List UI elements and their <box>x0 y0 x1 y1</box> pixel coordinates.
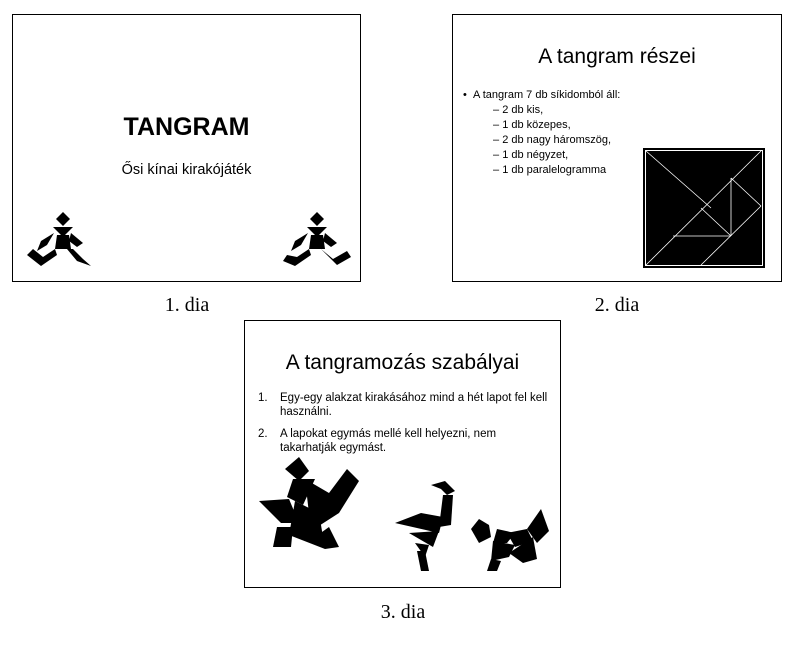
slide-1: TANGRAM Ősi kínai kirakójáték <box>12 14 361 282</box>
slide-2-title: A tangram részei <box>538 45 696 68</box>
slide-1-caption: 1. dia <box>164 294 210 316</box>
sub-item-text: 2 db kis, <box>502 104 544 116</box>
rule-text: A lapokat egymás mellé kell helyezni, ne… <box>280 428 497 454</box>
tangram-swan-figure <box>395 481 455 571</box>
sub-item-text: 1 db négyzet, <box>502 149 569 161</box>
sub-item-text: 1 db közepes, <box>502 119 571 131</box>
dash-marker: – <box>493 119 503 131</box>
slide-1-title: TANGRAM <box>123 113 250 141</box>
rule-number: 1. <box>258 392 268 404</box>
slide-2-sub-item: – 1 db paralelogramma <box>493 164 606 177</box>
slide-2-sub-item: – 1 db közepes, <box>493 119 571 132</box>
slide-2-sub-item: – 1 db négyzet, <box>493 149 568 162</box>
slide-3: A tangramozás szabályai 1. Egy-egy alakz… <box>244 320 561 588</box>
dash-marker: – <box>493 134 503 146</box>
dash-marker: – <box>493 164 503 176</box>
sub-item-text: 2 db nagy háromszög, <box>502 134 612 146</box>
rule-text: Egy-egy alakzat kirakásához mind a hét l… <box>280 392 548 418</box>
slide-1-subtitle: Ősi kínai kirakójáték <box>121 162 252 178</box>
slide-3-title: A tangramozás szabályai <box>285 351 520 374</box>
tangram-runner-figure-left <box>27 212 91 266</box>
rule-number: 2. <box>258 428 268 440</box>
slide-2-sub-item: – 2 db kis, <box>493 104 543 117</box>
tangram-bird-figure <box>259 457 359 549</box>
sub-item-text: 1 db paralelogramma <box>502 164 607 176</box>
slide-3-caption: 3. dia <box>380 601 426 623</box>
bullet-dot: • <box>463 89 473 101</box>
tangram-runner-figure-right <box>283 212 351 266</box>
slide-2: A tangram részei • A tangram 7 db síkido… <box>452 14 782 282</box>
tangram-cat-figure <box>471 509 549 571</box>
dash-marker: – <box>493 104 503 116</box>
tangram-square-figure <box>643 148 765 268</box>
dash-marker: – <box>493 149 503 161</box>
bullet-main-text: A tangram 7 db síkidomból áll: <box>472 89 621 101</box>
slide-2-sub-item: – 2 db nagy háromszög, <box>493 134 611 147</box>
slide-2-bullet-main: • A tangram 7 db síkidomból áll: <box>463 89 620 102</box>
slide-2-caption: 2. dia <box>594 294 640 316</box>
